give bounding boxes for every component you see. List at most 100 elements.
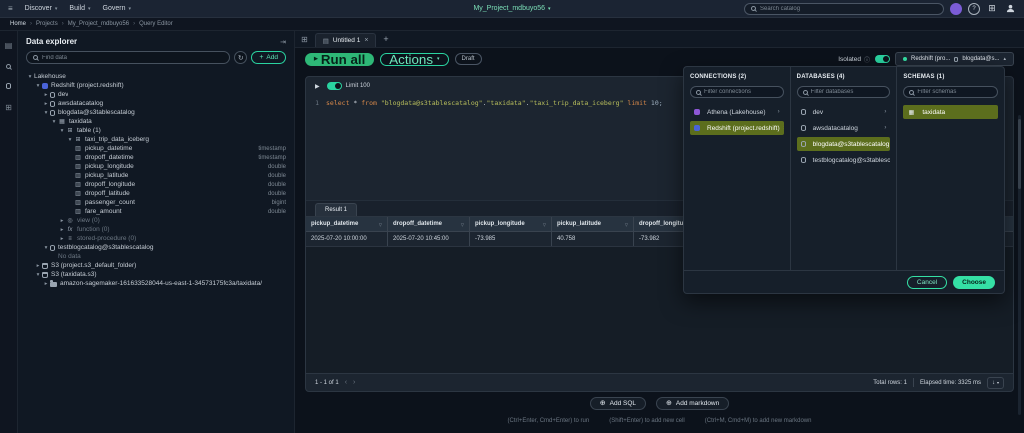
database-item-blogdata[interactable]: blogdata@s3tablescatalog [797,137,891,151]
catalog-search-input[interactable] [760,6,937,12]
database-label: dev [813,109,823,116]
tree-item-testblogcatalog[interactable]: testblogcatalog@s3tablescatalog [18,243,294,252]
tree-item-lakehouse[interactable]: Lakehouse [18,72,294,81]
column-header[interactable]: pickup_latitude [552,217,634,231]
apps-icon[interactable] [5,103,12,112]
database-item-testblogcatalog[interactable]: testblogcatalog@s3tablescatalog [797,153,891,167]
tree-item-taxi-trip-table[interactable]: taxi_trip_data_iceberg [18,135,294,144]
add-sql-button[interactable]: Add SQL [590,397,646,410]
column-header[interactable]: dropoff_datetime [388,217,470,231]
chevron-down-icon[interactable] [26,74,34,80]
search-icon[interactable] [6,64,11,69]
refresh-icon[interactable] [234,51,247,64]
collapse-panel-icon[interactable] [280,38,286,46]
tree-item-view-group[interactable]: view (0) [18,216,294,225]
apps-grid-icon[interactable] [986,3,998,15]
tree-item-col-passenger-count[interactable]: passenger_countbigint [18,198,294,207]
tree-item-col-fare-amount[interactable]: fare_amountdouble [18,207,294,216]
connection-selector-button[interactable]: Redshift (pro... blogdata@s... [895,52,1014,66]
avatar[interactable] [950,3,962,15]
filter-icon[interactable] [625,222,628,227]
chevron-right-icon[interactable] [34,263,42,269]
add-data-button[interactable]: Add [251,51,286,64]
notebook-list-icon[interactable] [301,35,308,44]
run-all-button[interactable]: Run all [305,53,374,66]
filter-icon[interactable] [379,222,382,227]
nav-menu-build[interactable]: Build [69,5,90,12]
chevron-right-icon[interactable] [42,281,50,287]
add-markdown-button[interactable]: Add markdown [656,397,729,410]
tree-item-table-group[interactable]: table (1) [18,126,294,135]
tree-item-dev[interactable]: dev [18,90,294,99]
chevron-down-icon[interactable] [50,119,58,125]
add-cell-row: Add SQL Add markdown [305,392,1014,414]
chevron-right-icon[interactable] [58,227,66,233]
chevron-right-icon[interactable] [58,236,66,242]
filter-connections-input[interactable] [704,89,778,95]
tree-item-taxidata-schema[interactable]: taxidata [18,117,294,126]
tree-item-awsdatacatalog[interactable]: awsdatacatalog [18,99,294,108]
chevron-down-icon[interactable] [34,83,42,89]
tree-label: blogdata@s3tablescatalog [58,109,135,116]
tree-item-sagemaker-path[interactable]: amazon-sagemaker-161633528044-us-east-1-… [18,279,294,288]
filter-icon[interactable] [543,222,546,227]
chevron-down-icon[interactable] [58,128,66,134]
tree-item-s3-project-folder[interactable]: S3 (project.s3_default_folder) [18,261,294,270]
breadcrumb-project-name[interactable]: My_Project_mdbuyo56 [68,21,129,27]
column-header[interactable]: pickup_longitude [470,217,552,231]
filter-schemas-input[interactable] [917,89,992,95]
chevron-down-icon[interactable] [42,245,50,251]
tree-item-col-pickup-latitude[interactable]: pickup_latitudedouble [18,171,294,180]
filter-databases-input[interactable] [811,89,885,95]
new-tab-icon[interactable] [383,34,388,44]
chevron-down-icon[interactable] [34,272,42,278]
schema-item-taxidata[interactable]: taxidata [903,105,998,119]
tree-item-stored-procedure-group[interactable]: stored-procedure (0) [18,234,294,243]
result-tab-1[interactable]: Result 1 [315,203,357,216]
run-cell-icon[interactable] [315,83,320,90]
tree-item-col-dropoff-datetime[interactable]: dropoff_datetimetimestamp [18,153,294,162]
help-icon[interactable] [968,3,980,15]
pages-icon[interactable] [5,41,13,50]
export-button[interactable] [987,377,1004,389]
close-icon[interactable] [364,37,368,44]
breadcrumb-projects[interactable]: Projects [36,21,58,27]
find-data-input[interactable] [42,55,223,61]
database-item-dev[interactable]: dev [797,105,891,119]
project-selector[interactable]: My_Project_mdbuyo56 [473,5,550,12]
connection-item-redshift[interactable]: Redshift (project.redshift) [690,121,784,135]
limit-toggle[interactable] [327,82,342,90]
connection-item-athena[interactable]: Athena (Lakehouse) [690,105,784,119]
choose-button[interactable]: Choose [953,276,995,289]
tree-item-col-pickup-datetime[interactable]: pickup_datetimetimestamp [18,144,294,153]
column-header[interactable]: pickup_datetime [306,217,388,231]
tree-item-col-dropoff-latitude[interactable]: dropoff_latitudedouble [18,189,294,198]
actions-button[interactable]: Actions [380,53,448,66]
hamburger-menu-icon[interactable] [8,4,13,13]
chevron-right-icon[interactable] [42,101,50,107]
cancel-button[interactable]: Cancel [907,276,947,289]
tree-item-col-pickup-longitude[interactable]: pickup_longitudedouble [18,162,294,171]
vertical-scrollbar[interactable] [1018,115,1021,415]
tree-item-s3-taxidata[interactable]: S3 (taxidata.s3) [18,270,294,279]
database-item-awsdatacatalog[interactable]: awsdatacatalog [797,121,891,135]
isolated-toggle[interactable] [875,55,890,63]
tree-item-redshift[interactable]: Redshift (project.redshift) [18,81,294,90]
chevron-right-icon[interactable] [58,218,66,224]
user-icon[interactable] [1004,3,1016,15]
chevron-down-icon[interactable] [66,137,74,143]
next-page-icon[interactable] [353,379,355,386]
tree-item-col-dropoff-longitude[interactable]: dropoff_longitudedouble [18,180,294,189]
tree-item-function-group[interactable]: function (0) [18,225,294,234]
nav-menu-discover[interactable]: Discover [25,5,58,12]
previous-page-icon[interactable] [345,379,347,386]
nav-menu-govern[interactable]: Govern [103,5,131,12]
chevron-right-icon[interactable] [42,92,50,98]
tree-item-blogdata-catalog[interactable]: blogdata@s3tablescatalog [18,108,294,117]
chevron-down-icon[interactable] [42,110,50,116]
info-icon[interactable] [864,55,870,64]
breadcrumb-home[interactable]: Home [10,21,26,27]
tab-untitled-1[interactable]: Untitled 1 [315,33,377,47]
database-icon[interactable] [6,83,11,89]
filter-icon[interactable] [461,222,464,227]
